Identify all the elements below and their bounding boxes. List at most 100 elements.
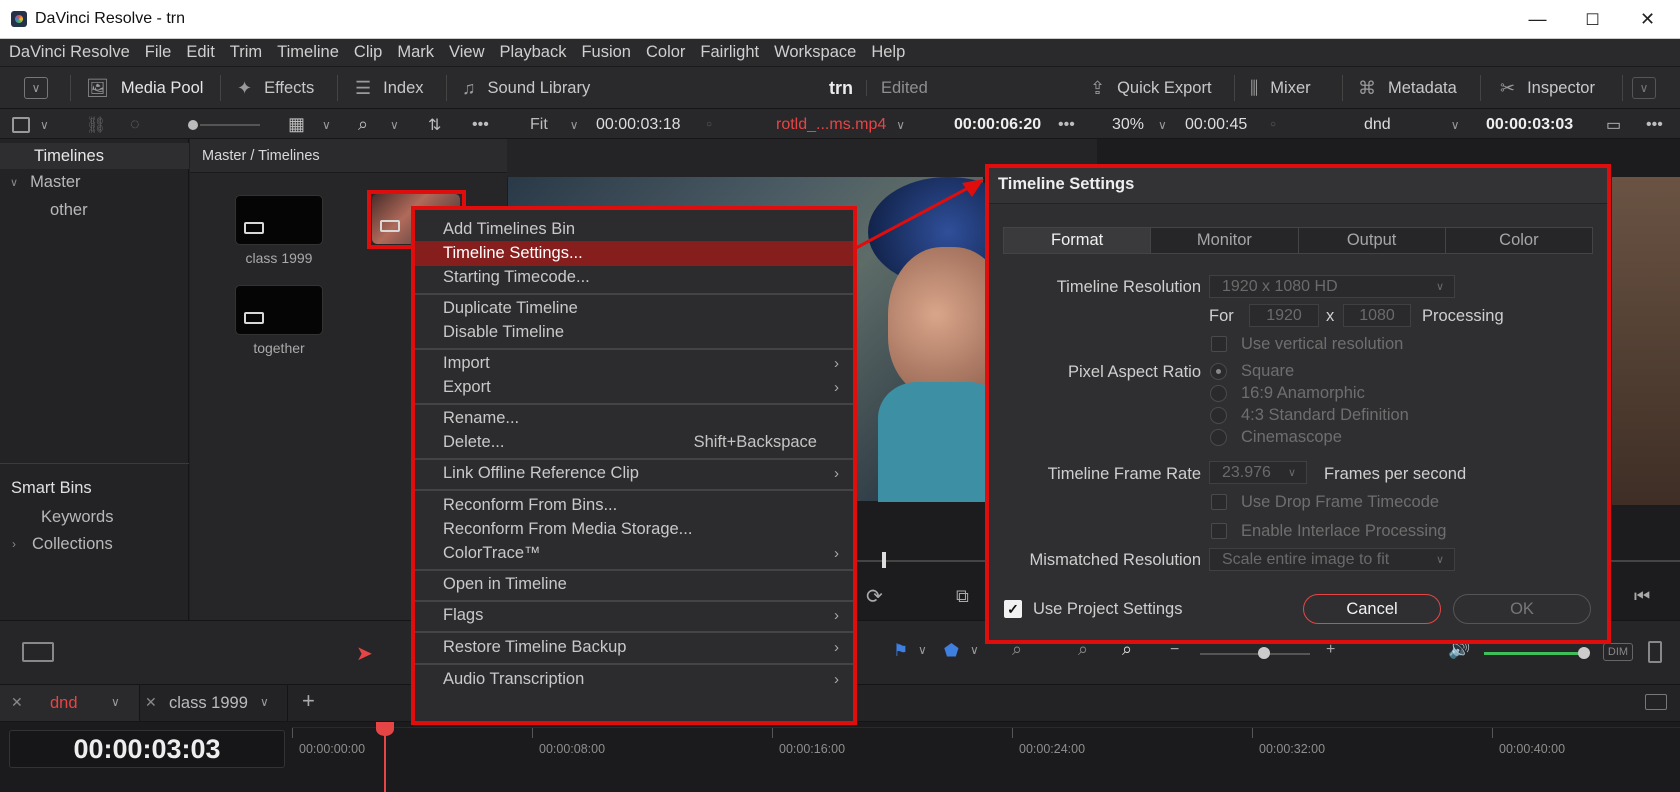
dim-button[interactable]: DIM <box>1603 643 1633 661</box>
sort-icon[interactable]: ⇅ <box>428 109 441 140</box>
zoom-fit-dropdown[interactable]: Fit ∨ <box>530 109 579 140</box>
smart-bin-keywords[interactable]: Keywords <box>0 504 189 530</box>
menu-item-flags[interactable]: Flags › <box>415 603 853 628</box>
par-anamorphic-radio[interactable] <box>1210 385 1227 402</box>
tab-color[interactable]: Color <box>1446 228 1592 253</box>
flag-icon[interactable]: ⚑ <box>893 641 908 661</box>
tab-format[interactable]: Format <box>1004 228 1152 253</box>
menu-view[interactable]: View <box>449 43 484 62</box>
menu-timeline[interactable]: Timeline <box>277 43 339 62</box>
width-input[interactable]: 1920 <box>1249 304 1319 327</box>
new-tab-icon[interactable] <box>1645 694 1667 710</box>
menu-item-disable-timeline[interactable]: Disable Timeline <box>415 320 853 345</box>
minimize-button[interactable]: — <box>1510 0 1565 39</box>
skip-start-icon[interactable]: ⏮ <box>1634 586 1650 607</box>
loop-icon[interactable]: ⟳ <box>866 584 883 609</box>
menu-item-add-timelines-bin[interactable]: Add Timelines Bin <box>415 217 853 242</box>
menu-item-delete[interactable]: Delete... Shift+Backspace <box>415 430 853 455</box>
menu-edit[interactable]: Edit <box>186 43 214 62</box>
metadata-button[interactable]: ⌘ Metadata <box>1358 67 1457 109</box>
menu-davinci-resolve[interactable]: DaVinci Resolve <box>9 43 130 62</box>
close-button[interactable]: ✕ <box>1620 0 1675 39</box>
volume-slider-handle[interactable] <box>1578 647 1590 659</box>
expand-toolbar-button[interactable]: ∨ <box>1632 67 1656 109</box>
grid-view-icon[interactable]: ▦ <box>288 109 305 140</box>
more-options-icon[interactable]: ••• <box>472 109 489 140</box>
more-options-icon[interactable]: ••• <box>1058 109 1075 140</box>
menu-fairlight[interactable]: Fairlight <box>700 43 759 62</box>
menu-fusion[interactable]: Fusion <box>581 43 631 62</box>
menu-item-link-offline-reference-clip[interactable]: Link Offline Reference Clip › <box>415 461 853 486</box>
drop-frame-checkbox[interactable] <box>1211 494 1227 510</box>
vertical-resolution-checkbox[interactable] <box>1211 336 1227 352</box>
workspace-toggle-button[interactable]: ∨ <box>24 67 48 109</box>
menu-playback[interactable]: Playback <box>500 43 567 62</box>
menu-trim[interactable]: Trim <box>230 43 262 62</box>
caption-icon[interactable]: ◌ <box>130 109 140 140</box>
match-frame-icon[interactable]: ⧉ <box>956 586 969 607</box>
tab-class-1999[interactable]: ✕ class 1999 ∨ <box>140 685 288 721</box>
chevron-down-icon[interactable]: ∨ <box>260 695 269 709</box>
menu-item-reconform-from-bins[interactable]: Reconform From Bins... <box>415 493 853 518</box>
cancel-button[interactable]: Cancel <box>1303 594 1441 624</box>
timeline-thumbnail[interactable] <box>235 285 323 335</box>
scrub-handle[interactable] <box>882 552 886 568</box>
menu-workspace[interactable]: Workspace <box>774 43 856 62</box>
menu-item-export[interactable]: Export › <box>415 375 853 400</box>
timeline-ruler[interactable]: 00:00:00:00 00:00:08:00 00:00:16:00 00:0… <box>292 727 1680 767</box>
inspector-button[interactable]: ✂ Inspector <box>1500 67 1595 109</box>
viewer-mode-icon[interactable]: ▭ <box>1606 109 1621 140</box>
par-cinemascope-radio[interactable] <box>1210 429 1227 446</box>
timeline-thumbnail[interactable] <box>235 195 323 245</box>
zoom-slider-handle[interactable] <box>1258 647 1270 659</box>
bin-other[interactable]: other <box>0 197 189 223</box>
timeline-view-icon[interactable] <box>22 642 54 662</box>
menu-item-duplicate-timeline[interactable]: Duplicate Timeline <box>415 296 853 321</box>
media-pool-button[interactable]: 🖼 Media Pool <box>86 67 203 109</box>
timelines-header[interactable]: Timelines <box>0 143 189 169</box>
thumbnail-size-slider[interactable] <box>188 109 260 140</box>
interlace-checkbox[interactable] <box>1211 523 1227 539</box>
bin-master[interactable]: ∨ Master <box>0 169 189 195</box>
sound-library-button[interactable]: ♫ Sound Library <box>462 67 590 109</box>
chevron-down-icon[interactable]: ∨ <box>322 109 331 140</box>
timeline-resolution-select[interactable]: 1920 x 1080 HD ∨ <box>1209 275 1455 298</box>
panel-toggle-icon[interactable] <box>1648 641 1662 663</box>
link-icon[interactable]: ⛓ <box>86 109 106 140</box>
menu-item-reconform-from-media-storage[interactable]: Reconform From Media Storage... <box>415 517 853 542</box>
effects-button[interactable]: ✦ Effects <box>237 67 314 109</box>
selection-tool-icon[interactable]: ➤ <box>356 641 373 666</box>
slider-handle[interactable] <box>188 119 198 130</box>
tab-output[interactable]: Output <box>1299 228 1446 253</box>
height-input[interactable]: 1080 <box>1343 304 1411 327</box>
use-project-settings-checkbox[interactable]: ✓ <box>1004 600 1022 618</box>
chevron-down-icon[interactable]: ∨ <box>390 109 399 140</box>
search-icon[interactable]: ⌕ <box>358 109 368 140</box>
par-standard-definition-radio[interactable] <box>1210 407 1227 424</box>
menu-item-audio-transcription[interactable]: Audio Transcription › <box>415 667 853 692</box>
tab-monitor[interactable]: Monitor <box>1151 228 1299 253</box>
menu-item-timeline-settings[interactable]: Timeline Settings... <box>415 241 853 266</box>
index-button[interactable]: ☰ Index <box>355 67 424 109</box>
mixer-button[interactable]: ⫼ Mixer <box>1250 67 1311 109</box>
menu-help[interactable]: Help <box>871 43 905 62</box>
menu-item-colortrace[interactable]: ColorTrace™ › <box>415 541 853 566</box>
close-icon[interactable]: ✕ <box>11 694 23 711</box>
ok-button[interactable]: OK <box>1453 594 1591 624</box>
smart-bin-collections[interactable]: › Collections <box>0 531 189 557</box>
tab-dnd[interactable]: ✕ dnd ∨ <box>0 685 140 721</box>
chevron-down-icon[interactable]: ∨ <box>918 643 927 657</box>
more-options-icon[interactable]: ••• <box>1646 109 1663 140</box>
close-icon[interactable]: ✕ <box>145 694 157 711</box>
zoom-dropdown[interactable]: 30% ∨ <box>1112 109 1167 140</box>
panel-layout-button[interactable]: ∨ <box>12 109 49 140</box>
frame-rate-select[interactable]: 23.976 ∨ <box>1209 461 1307 484</box>
menu-item-starting-timecode[interactable]: Starting Timecode... <box>415 265 853 290</box>
clip-name-dropdown[interactable]: rotld_...ms.mp4 ∨ <box>776 109 905 140</box>
menu-item-open-in-timeline[interactable]: Open in Timeline <box>415 572 853 597</box>
playhead[interactable] <box>376 722 394 792</box>
menu-clip[interactable]: Clip <box>354 43 382 62</box>
menu-item-rename[interactable]: Rename... <box>415 406 853 431</box>
par-square-radio[interactable] <box>1210 363 1227 380</box>
chevron-down-icon[interactable]: ∨ <box>111 695 120 709</box>
